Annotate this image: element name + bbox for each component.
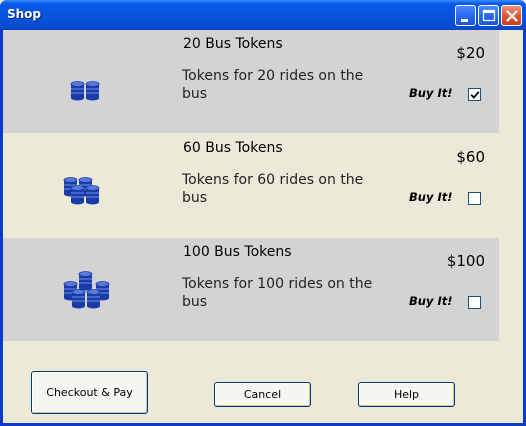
product-price: $60 bbox=[456, 148, 485, 166]
minimize-icon bbox=[461, 19, 468, 22]
shop-content: 20 Bus Tokens Tokens for 20 rides on the… bbox=[3, 30, 523, 423]
buy-checkbox[interactable] bbox=[468, 88, 481, 101]
close-button[interactable] bbox=[501, 5, 522, 26]
product-description: Tokens for 20 rides on the bus bbox=[182, 68, 364, 102]
buy-checkbox[interactable] bbox=[468, 192, 481, 205]
checkmark-icon bbox=[470, 91, 480, 99]
product-description: Tokens for 60 rides on the bus bbox=[182, 172, 364, 206]
product-description: Tokens for 100 rides on the bus bbox=[182, 276, 373, 310]
cancel-button[interactable]: Cancel bbox=[214, 382, 311, 407]
token-stack-icon bbox=[63, 177, 100, 205]
buy-label: Buy It! bbox=[409, 294, 453, 308]
maximize-icon bbox=[482, 9, 496, 22]
checkout-pay-label: Checkout & Pay bbox=[46, 386, 133, 399]
product-row: 20 Bus Tokens Tokens for 20 rides on the… bbox=[3, 30, 499, 133]
minimize-button[interactable] bbox=[455, 5, 476, 26]
maximize-button[interactable] bbox=[478, 5, 499, 26]
product-price: $20 bbox=[456, 44, 485, 62]
product-row: 100 Bus Tokens Tokens for 100 rides on t… bbox=[3, 238, 499, 341]
checkout-pay-button[interactable]: Checkout & Pay bbox=[31, 371, 148, 414]
token-stack-icon bbox=[63, 271, 110, 309]
product-name: 20 Bus Tokens bbox=[183, 36, 283, 52]
product-row: 60 Bus Tokens Tokens for 60 rides on the… bbox=[3, 134, 499, 237]
product-name: 60 Bus Tokens bbox=[183, 140, 283, 156]
close-icon bbox=[506, 10, 518, 22]
help-label: Help bbox=[393, 388, 420, 401]
buy-label: Buy It! bbox=[409, 190, 453, 204]
cancel-label: Cancel bbox=[243, 388, 282, 401]
product-price: $100 bbox=[446, 252, 485, 270]
buy-label: Buy It! bbox=[409, 86, 453, 100]
title-bar[interactable]: Shop bbox=[0, 0, 526, 30]
shop-window: Shop 20 Bus Tokens Tokens for 20 rides o… bbox=[0, 0, 526, 426]
buy-checkbox[interactable] bbox=[468, 296, 481, 309]
help-button[interactable]: Help bbox=[358, 382, 455, 407]
token-stack-icon bbox=[70, 81, 100, 101]
product-name: 100 Bus Tokens bbox=[183, 244, 292, 260]
window-title: Shop bbox=[7, 7, 42, 21]
